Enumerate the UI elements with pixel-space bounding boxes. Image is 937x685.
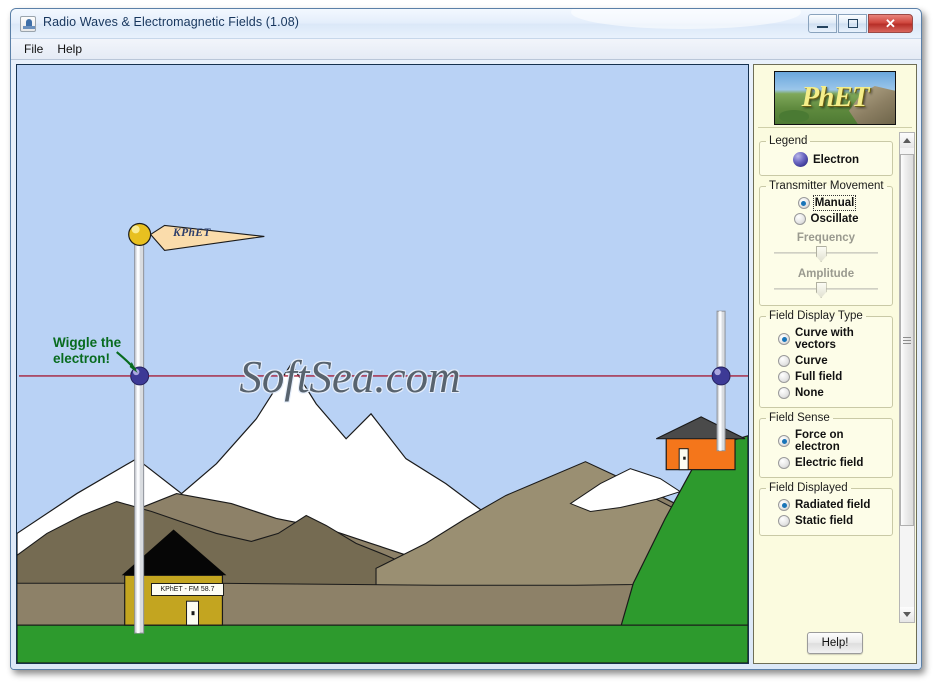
scroll-up-arrow-icon	[903, 138, 911, 143]
scroll-down-button[interactable]	[900, 607, 914, 622]
control-panel-content: Legend Electron Transmitter Movement Man…	[757, 132, 897, 623]
body-area: SoftSea.com Wiggle the electron! KPhET K…	[11, 60, 921, 669]
radio-force-on-electron-indicator	[778, 435, 790, 447]
frequency-slider-label: Frequency	[796, 232, 856, 244]
maximize-icon	[847, 19, 858, 28]
group-legend-title: Legend	[769, 135, 808, 147]
control-panel: PhET Legend Electron Transmitter Movemen…	[753, 64, 917, 664]
scroll-up-button[interactable]	[900, 133, 914, 148]
maximize-button[interactable]	[838, 14, 867, 33]
radio-force-on-electron[interactable]: Force on electron	[764, 427, 888, 455]
radio-manual[interactable]: Manual	[764, 195, 888, 211]
radio-electric-field-indicator	[778, 457, 790, 469]
scrollbar-thumb[interactable]	[900, 154, 914, 526]
frequency-slider-thumb[interactable]	[815, 246, 827, 262]
radio-force-on-electron-label: Force on electron	[795, 429, 844, 453]
legend-label-electron: Electron	[812, 153, 859, 166]
radio-none-label: None	[795, 387, 824, 399]
help-bar: Help!	[754, 623, 916, 663]
radio-radiated-field[interactable]: Radiated field	[764, 497, 888, 513]
menu-bar: File Help	[11, 39, 921, 60]
group-field-displayed-title: Field Displayed	[769, 482, 848, 494]
scroll-down-arrow-icon	[903, 612, 911, 617]
window-title: Radio Waves & Electromagnetic Fields (1.…	[43, 15, 300, 29]
phet-logo-text: PhET	[801, 81, 870, 113]
radio-waves-scene	[17, 65, 748, 663]
amplitude-slider-block: Amplitude	[764, 263, 888, 299]
phet-logo-container: PhET	[758, 69, 912, 128]
radio-curve-with-vectors-label: Curve with vectors	[795, 327, 854, 351]
legend-item-electron: Electron	[764, 150, 888, 169]
group-field-sense: Field Sense Force on electron Electric f…	[759, 412, 893, 478]
radio-curve-with-vectors[interactable]: Curve with vectors	[764, 325, 888, 353]
radio-full-field-indicator	[778, 371, 790, 383]
group-field-display-type-title: Field Display Type	[769, 310, 863, 322]
control-panel-scroll-view: Legend Electron Transmitter Movement Man…	[757, 132, 916, 623]
help-button[interactable]: Help!	[806, 632, 864, 654]
radio-curve-indicator	[778, 355, 790, 367]
group-field-display-type: Field Display Type Curve with vectors Cu…	[759, 310, 893, 408]
transmitter-flag-label: KPhET	[173, 227, 211, 239]
radio-oscillate-indicator	[793, 213, 806, 225]
scrollbar-track[interactable]	[900, 148, 914, 607]
frequency-slider-block: Frequency	[764, 227, 888, 263]
group-transmitter-movement: Transmitter Movement Manual Oscillate Fr…	[759, 180, 893, 306]
radio-curve-with-vectors-indicator	[778, 333, 790, 345]
control-panel-scrollbar[interactable]	[899, 132, 915, 623]
radio-full-field-label: Full field	[795, 371, 843, 383]
radio-static-field-indicator	[778, 515, 790, 527]
radio-curve-label: Curve	[795, 355, 828, 367]
simulation-canvas-area[interactable]: SoftSea.com Wiggle the electron! KPhET K…	[16, 64, 749, 664]
phet-logo: PhET	[774, 71, 896, 125]
radio-curve[interactable]: Curve	[764, 353, 888, 369]
radio-manual-label: Manual	[812, 195, 857, 211]
java-cup-icon	[20, 16, 36, 32]
radio-radiated-field-indicator	[778, 499, 790, 511]
menu-item-file[interactable]: File	[18, 40, 49, 58]
amplitude-slider-label: Amplitude	[797, 268, 855, 280]
scrollbar-grip-icon	[903, 335, 911, 346]
window-controls: ✕	[808, 14, 913, 33]
radio-oscillate-label: Oscillate	[810, 213, 859, 225]
group-field-sense-title: Field Sense	[769, 412, 830, 424]
group-transmitter-movement-title: Transmitter Movement	[769, 180, 884, 192]
menu-item-help[interactable]: Help	[51, 40, 88, 58]
radio-radiated-field-label: Radiated field	[795, 499, 871, 511]
amplitude-slider[interactable]	[774, 282, 878, 298]
radio-none[interactable]: None	[764, 385, 888, 401]
radio-static-field[interactable]: Static field	[764, 513, 888, 529]
radio-none-indicator	[778, 387, 790, 399]
minimize-button[interactable]	[808, 14, 837, 33]
radio-full-field[interactable]: Full field	[764, 369, 888, 385]
group-legend: Legend Electron	[759, 135, 893, 176]
station-sign-label: KPhET - FM 58.7	[151, 583, 224, 596]
group-field-displayed: Field Displayed Radiated field Static fi…	[759, 482, 893, 536]
radio-static-field-label: Static field	[795, 515, 854, 527]
title-bar: Radio Waves & Electromagnetic Fields (1.…	[11, 9, 921, 39]
radio-oscillate[interactable]: Oscillate	[764, 211, 888, 227]
electron-sphere-icon	[792, 152, 808, 167]
radio-electric-field[interactable]: Electric field	[764, 455, 888, 471]
close-icon: ✕	[885, 16, 896, 31]
application-window: Radio Waves & Electromagnetic Fields (1.…	[10, 8, 922, 670]
wiggle-the-electron-hint: Wiggle the electron!	[53, 335, 122, 366]
radio-electric-field-label: Electric field	[795, 457, 864, 469]
amplitude-slider-thumb[interactable]	[815, 282, 827, 298]
frequency-slider[interactable]	[774, 246, 878, 262]
close-button[interactable]: ✕	[868, 14, 913, 33]
minimize-icon	[817, 25, 828, 28]
radio-manual-indicator	[797, 197, 810, 209]
